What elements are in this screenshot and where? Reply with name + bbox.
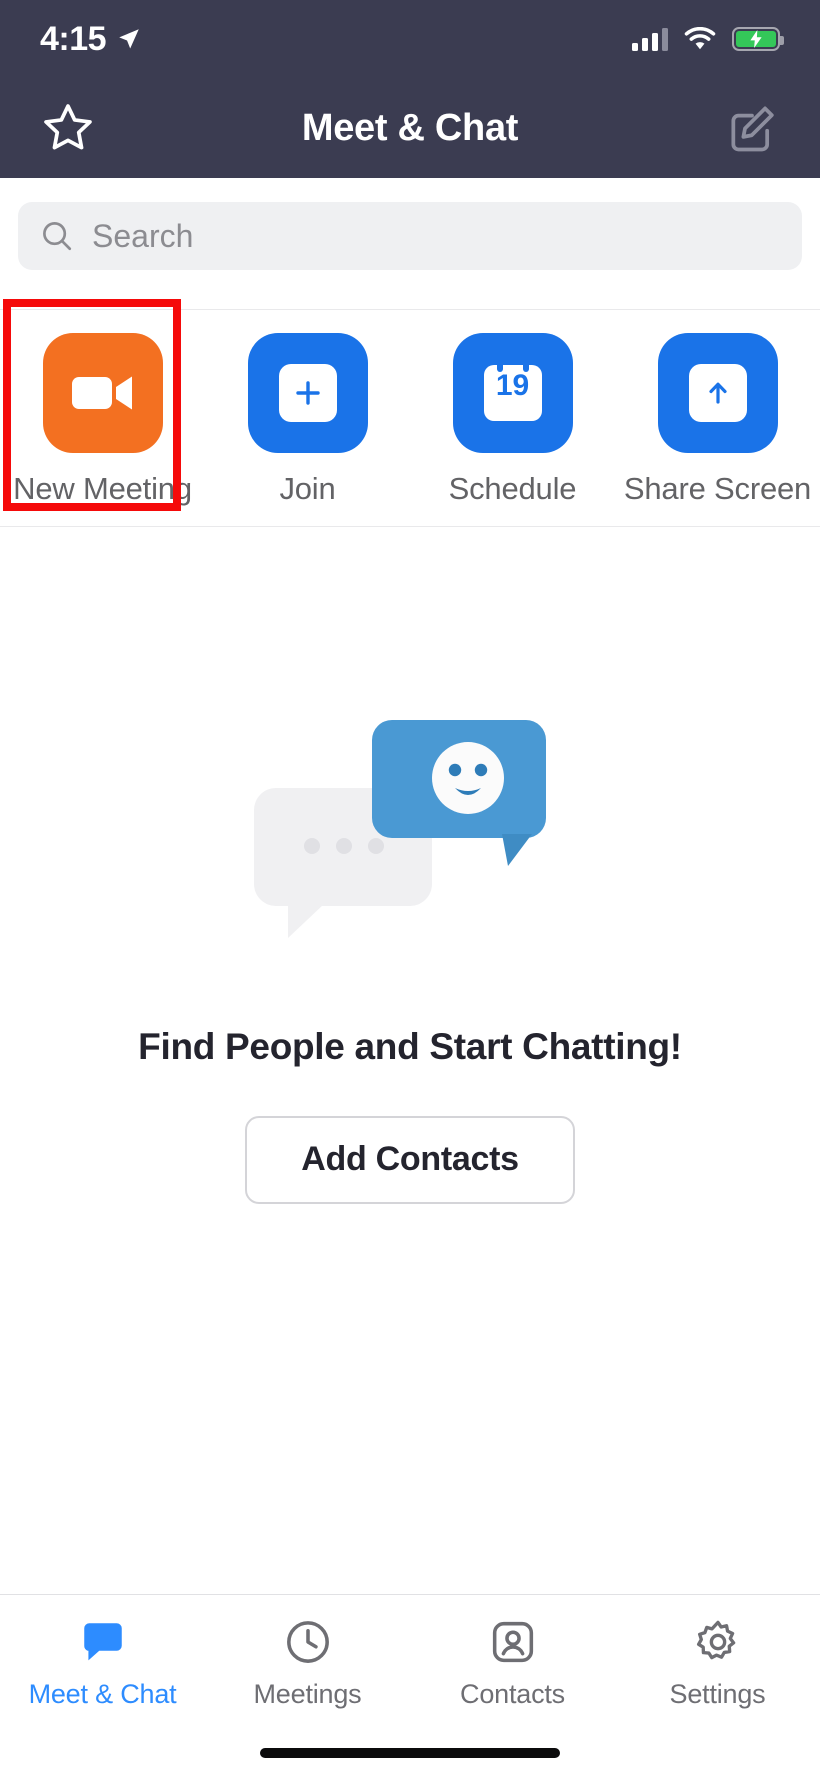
compose-edit-icon[interactable]: [724, 100, 780, 156]
join-tile[interactable]: [247, 333, 368, 453]
arrow-up-icon: [708, 382, 727, 404]
tab-contacts[interactable]: Contacts: [410, 1617, 615, 1710]
star-outline-icon[interactable]: [40, 100, 96, 156]
join-inner-square: [278, 364, 337, 422]
tab-label-meet-and-chat: Meet & Chat: [28, 1679, 177, 1709]
search-icon: [43, 222, 72, 251]
smiley-eye-right: [474, 763, 488, 776]
share-screen-tile[interactable]: [657, 333, 778, 453]
page-title: Meet & Chat: [301, 106, 519, 149]
home-indicator[interactable]: [260, 1748, 560, 1758]
battery-charging-icon: [732, 27, 784, 51]
cellular-signal-icon: [632, 27, 668, 51]
empty-state-title: Find People and Start Chatting!: [138, 1025, 682, 1067]
status-bar-left: 4:15: [40, 20, 142, 59]
bottom-tab-bar: Meet & Chat Meetings Contacts Settings: [0, 1594, 820, 1776]
action-label-schedule: Schedule: [448, 471, 577, 506]
schedule-tile[interactable]: 19: [452, 333, 573, 453]
action-new-meeting[interactable]: New Meeting: [0, 299, 205, 526]
calendar-ring-right: [522, 358, 529, 372]
tab-settings[interactable]: Settings: [615, 1617, 820, 1710]
action-label-join: Join: [279, 471, 336, 506]
app-screen: 4:15 Meet & Chat Search New Meeting Join…: [0, 0, 820, 1776]
lightning-bolt-icon: [750, 30, 762, 48]
add-contacts-button[interactable]: Add Contacts: [245, 1115, 575, 1204]
video-camera-icon: [71, 376, 132, 410]
share-inner-square: [688, 364, 747, 422]
search-placeholder: Search: [92, 217, 194, 254]
chat-bubbles-smiley-illustration: [254, 719, 546, 938]
tab-label-meetings: Meetings: [253, 1679, 362, 1709]
tab-label-settings: Settings: [669, 1679, 766, 1709]
action-label-share-screen: Share Screen: [623, 471, 812, 506]
status-bar: 4:15: [0, 0, 820, 78]
calendar-day-number: 19: [495, 369, 530, 402]
clock-icon: [286, 1621, 329, 1663]
search-input[interactable]: Search: [18, 202, 802, 270]
gear-icon: [696, 1620, 735, 1660]
tab-label-contacts: Contacts: [460, 1679, 565, 1709]
app-header: 4:15 Meet & Chat: [0, 0, 820, 178]
calendar-icon: 19: [483, 358, 542, 421]
person-card-icon: [492, 1621, 533, 1663]
smiley-eye-left: [448, 763, 462, 776]
location-arrow-icon: [119, 29, 139, 49]
chat-bubble-icon: [83, 1623, 122, 1661]
wifi-icon: [684, 27, 716, 50]
calendar-ring-left: [496, 358, 503, 372]
tab-meet-and-chat[interactable]: Meet & Chat: [0, 1617, 205, 1710]
empty-state: Find People and Start Chatting! Add Cont…: [0, 527, 820, 1382]
action-share-screen[interactable]: Share Screen: [615, 311, 820, 526]
action-label-new-meeting: New Meeting: [13, 471, 192, 506]
action-schedule[interactable]: 19 Schedule: [410, 311, 615, 526]
quick-actions-row: New Meeting Join 19 Schedule Share Scree…: [0, 299, 820, 527]
action-join[interactable]: Join: [205, 311, 410, 526]
navigation-bar: Meet & Chat: [0, 78, 820, 178]
new-meeting-tile[interactable]: [42, 333, 163, 453]
status-bar-right: [632, 27, 784, 51]
search-section: Search: [0, 178, 820, 310]
plus-icon: [295, 381, 320, 405]
tab-meetings[interactable]: Meetings: [205, 1617, 410, 1710]
status-time: 4:15: [40, 19, 107, 58]
